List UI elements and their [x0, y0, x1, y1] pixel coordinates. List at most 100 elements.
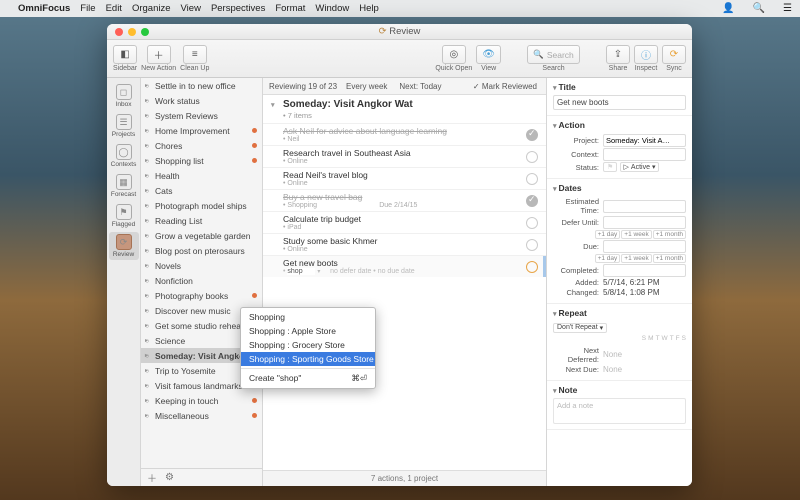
sidebar-item[interactable]: ▸○Grow a vegetable garden: [141, 228, 262, 243]
defer-chip-1w[interactable]: +1 week: [621, 230, 651, 239]
due-chip-1d[interactable]: +1 day: [595, 254, 621, 263]
spotlight-icon[interactable]: 🔍: [753, 3, 765, 14]
new-action-label: New Action: [141, 65, 176, 72]
inspector-note-head[interactable]: Note: [553, 384, 686, 398]
app-menu[interactable]: OmniFocus: [18, 3, 70, 14]
repeat-field[interactable]: Don't Repeat ▾: [553, 323, 607, 333]
menu-view[interactable]: View: [181, 3, 201, 14]
project-title[interactable]: ▾Someday: Visit Angkor Wat: [263, 95, 546, 111]
autocomplete-item[interactable]: Shopping : Sporting Goods Store: [241, 352, 375, 366]
view-button[interactable]: 👁: [476, 45, 501, 64]
sidebar-item[interactable]: ▸○Settle in to new office: [141, 78, 262, 93]
inspector-repeat-head[interactable]: Repeat: [553, 307, 686, 321]
inspector-action-head[interactable]: Action: [553, 119, 686, 133]
note-field[interactable]: Add a note: [553, 398, 686, 424]
sidebar-item[interactable]: ▸○Nonfiction: [141, 273, 262, 288]
autocomplete-item[interactable]: Shopping: [241, 310, 375, 324]
sidebar-item[interactable]: ▸○Home Improvement: [141, 123, 262, 138]
review-bar: Reviewing 19 of 23 Every week Next: Toda…: [263, 78, 546, 95]
sidebar-item[interactable]: ▸○Photography books: [141, 288, 262, 303]
perspective-review[interactable]: ⟳Review: [109, 232, 139, 260]
sidebar-item[interactable]: ▸○Keeping in touch: [141, 393, 262, 408]
autocomplete-item[interactable]: Shopping : Grocery Store: [241, 338, 375, 352]
perspective-projects[interactable]: ☰Projects: [109, 112, 139, 140]
menu-file[interactable]: File: [80, 3, 95, 14]
sidebar-item[interactable]: ▸○Work status: [141, 93, 262, 108]
perspective-contexts[interactable]: ◯Contexts: [109, 142, 139, 170]
add-project-button[interactable]: ＋: [147, 470, 157, 485]
quick-open-button[interactable]: ◎: [442, 45, 466, 64]
due-chip-1w[interactable]: +1 week: [621, 254, 651, 263]
completed-field[interactable]: [603, 264, 686, 277]
est-time-field[interactable]: [603, 200, 686, 213]
sidebar-settings-button[interactable]: ⚙: [165, 472, 174, 483]
sidebar-item[interactable]: ▸○Miscellaneous: [141, 408, 262, 423]
task-row[interactable]: Calculate trip budget• iPad: [263, 211, 546, 233]
project-field[interactable]: [603, 134, 686, 147]
sidebar-item[interactable]: ▸○Cats: [141, 183, 262, 198]
sidebar-toggle-button[interactable]: ◧: [113, 45, 137, 64]
due-field[interactable]: [603, 240, 686, 253]
task-row[interactable]: Buy a new travel bag• Shopping Due 2/14/…: [263, 189, 546, 211]
task-context-input[interactable]: [287, 268, 315, 275]
menu-perspectives[interactable]: Perspectives: [211, 3, 265, 14]
sidebar-item[interactable]: ▸○Chores: [141, 138, 262, 153]
menu-window[interactable]: Window: [315, 3, 349, 14]
autocomplete-create[interactable]: Create "shop"⌘⏎: [241, 371, 375, 386]
task-checkbox[interactable]: [526, 261, 538, 273]
weekday-picker[interactable]: SMTWTFS: [553, 335, 686, 342]
clean-up-button[interactable]: ≡: [183, 45, 207, 64]
new-action-button[interactable]: ＋: [147, 45, 171, 64]
defer-chip-1d[interactable]: +1 day: [595, 230, 621, 239]
due-chip-1m[interactable]: +1 month: [653, 254, 686, 263]
task-checkbox[interactable]: [526, 239, 538, 251]
menu-organize[interactable]: Organize: [132, 3, 171, 14]
sidebar-item[interactable]: ▸○Reading List: [141, 213, 262, 228]
sidebar-item[interactable]: ▸○System Reviews: [141, 108, 262, 123]
sync-button[interactable]: ⟳: [662, 45, 686, 64]
task-checkbox[interactable]: [526, 195, 538, 207]
mark-reviewed-button[interactable]: ✓ Mark Reviewed: [470, 82, 540, 91]
context-field[interactable]: [603, 148, 686, 161]
inspector-title-field[interactable]: Get new boots: [553, 95, 686, 110]
share-button[interactable]: ⇪: [606, 45, 630, 64]
task-checkbox[interactable]: [526, 217, 538, 229]
task-row[interactable]: Read Neil's travel blog• Online: [263, 167, 546, 189]
task-row[interactable]: Study some basic Khmer• Online: [263, 233, 546, 255]
sidebar-item[interactable]: ▸○Blog post on pterosaurs: [141, 243, 262, 258]
defer-chip-1m[interactable]: +1 month: [653, 230, 686, 239]
next-due-value: None: [603, 365, 686, 374]
sidebar-item[interactable]: ▸○Novels: [141, 258, 262, 273]
inspector-title-head[interactable]: Title: [553, 81, 686, 95]
inspector-dates-head[interactable]: Dates: [553, 182, 686, 196]
task-row[interactable]: Get new boots• ▾ no defer date • no due …: [263, 255, 546, 277]
inspect-button[interactable]: ⓘ: [634, 45, 658, 64]
perspective-inbox[interactable]: ◻Inbox: [109, 82, 139, 110]
flag-toggle[interactable]: ⚑: [603, 162, 617, 172]
sidebar-item[interactable]: ▸○Photograph model ships: [141, 198, 262, 213]
task-row[interactable]: Research travel in Southeast Asia• Onlin…: [263, 145, 546, 167]
task-checkbox[interactable]: [526, 151, 538, 163]
user-icon[interactable]: 👤: [722, 3, 734, 14]
defer-label: Defer Until:: [553, 218, 603, 227]
task-checkbox[interactable]: [526, 173, 538, 185]
menu-edit[interactable]: Edit: [106, 3, 122, 14]
perspective-forecast[interactable]: ▦Forecast: [109, 172, 139, 200]
search-input[interactable]: 🔍Search: [527, 45, 580, 64]
review-next[interactable]: Next: Today: [396, 82, 444, 91]
sidebar-item[interactable]: ▸○Health: [141, 168, 262, 183]
autocomplete-item[interactable]: Shopping : Apple Store: [241, 324, 375, 338]
task-checkbox[interactable]: [526, 129, 538, 141]
review-interval[interactable]: Every week: [343, 82, 390, 91]
perspective-flagged[interactable]: ⚑Flagged: [109, 202, 139, 230]
completed-label: Completed:: [553, 266, 603, 275]
defer-field[interactable]: [603, 216, 686, 229]
status-field[interactable]: ▷ Active ▾: [620, 162, 660, 172]
perspectives-bar: ◻Inbox☰Projects◯Contexts▦Forecast⚑Flagge…: [107, 78, 141, 486]
task-row[interactable]: Ask Neil for advice about language learn…: [263, 123, 546, 145]
menu-help[interactable]: Help: [359, 3, 379, 14]
sidebar-item[interactable]: ▸○Shopping list: [141, 153, 262, 168]
menu-format[interactable]: Format: [275, 3, 305, 14]
added-label: Added:: [553, 278, 603, 287]
notification-center-icon[interactable]: ☰: [783, 3, 792, 14]
